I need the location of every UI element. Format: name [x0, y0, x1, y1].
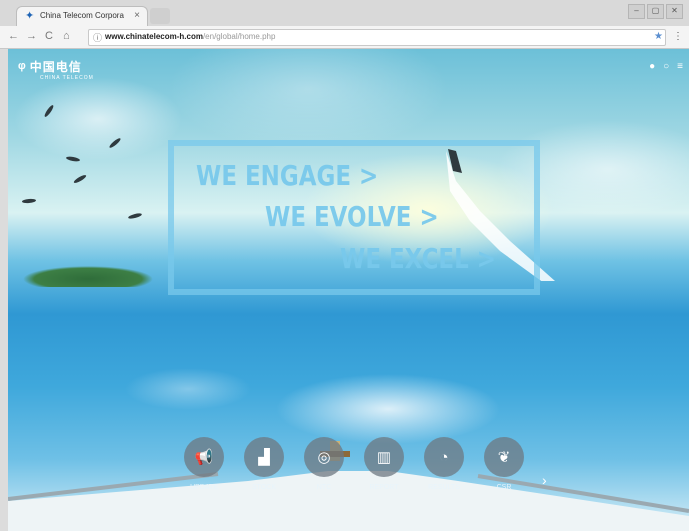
logo-text: 中国电信 — [29, 60, 82, 74]
quick-link-report[interactable]: ▥ REPORT — [363, 437, 405, 491]
maximize-icon[interactable]: ▢ — [647, 4, 664, 19]
browser-menu-icon[interactable]: ⋮ — [673, 31, 683, 42]
pie-chart-icon: ◔ — [424, 437, 464, 477]
quick-link-label: UPDATE — [190, 484, 218, 491]
browser-tab[interactable]: ✦ China Telecom Corpora × — [16, 6, 148, 26]
china-telecom-logo[interactable]: ᵠ 中国电信 CHINA TELECOM — [18, 58, 94, 81]
globe-icon[interactable]: ● — [649, 61, 655, 72]
hero-line-excel: WE EXCEL > — [340, 242, 496, 275]
bookmark-star-icon[interactable]: ★ — [654, 31, 663, 42]
minimize-icon[interactable]: – — [628, 4, 645, 19]
china-telecom-favicon-icon: ✦ — [25, 10, 35, 22]
address-bar[interactable]: ⓘ www.chinatelecom-h.com/en/global/home.… — [88, 29, 666, 46]
info-icon[interactable]: ⓘ — [93, 31, 102, 44]
tab-close-icon[interactable]: × — [134, 10, 140, 21]
reload-icon[interactable]: C — [45, 30, 53, 42]
hero-line-engage: WE ENGAGE > — [196, 159, 379, 192]
menu-icon[interactable]: ≡ — [677, 61, 683, 72]
leaf-icon: ❦ — [484, 437, 524, 477]
hero-line-evolve: WE EVOLVE > — [265, 200, 439, 233]
bar-chart-icon: ▟ — [244, 437, 284, 477]
url-text: www.chinatelecom-h.com/en/global/home.ph… — [105, 32, 275, 41]
island-image — [8, 257, 183, 287]
home-icon[interactable]: ⌂ — [63, 30, 70, 42]
quick-link-label: RESULTS — [428, 484, 460, 491]
back-icon[interactable]: ← — [8, 30, 19, 42]
quick-link-label: STOCK — [252, 484, 276, 491]
quick-link-stock[interactable]: ▟ STOCK — [243, 437, 285, 491]
quick-link-label: REPORT — [369, 484, 399, 491]
url-path: /en/global/home.php — [202, 32, 276, 41]
china-telecom-logo-icon: ᵠ — [18, 60, 27, 77]
quick-link-update[interactable]: 📢 UPDATE — [183, 437, 225, 491]
chevron-right-icon[interactable]: › — [542, 472, 547, 488]
tab-title: China Telecom Corpora — [40, 11, 124, 20]
top-right-icons: ● ○ ≡ — [649, 61, 683, 72]
browser-titlebar: ✦ China Telecom Corpora × – ▢ ✕ — [0, 0, 689, 26]
quick-link-label: CSR — [496, 484, 512, 491]
close-window-icon[interactable]: ✕ — [666, 4, 683, 19]
new-tab-button[interactable] — [150, 8, 170, 24]
window-controls: – ▢ ✕ — [628, 4, 683, 19]
browser-window: ✦ China Telecom Corpora × – ▢ ✕ ← → C ⌂ … — [0, 0, 689, 531]
megaphone-icon: 📢 — [184, 437, 224, 477]
browser-toolbar: ← → C ⌂ ⓘ www.chinatelecom-h.com/en/glob… — [0, 26, 689, 49]
quick-link-ntc[interactable]: ◎ NTC — [303, 437, 345, 491]
quick-link-label: NTC — [316, 484, 332, 491]
search-icon[interactable]: ○ — [663, 61, 669, 72]
quick-links: 📢 UPDATE ▟ STOCK ◎ NTC ▥ REPORT ◔ RESULT… — [183, 437, 525, 491]
url-domain: www.chinatelecom-h.com — [105, 32, 203, 41]
forward-icon[interactable]: → — [26, 30, 37, 42]
report-icon: ▥ — [364, 437, 404, 477]
quick-link-results[interactable]: ◔ RESULTS — [423, 437, 465, 491]
quick-link-csr[interactable]: ❦ CSR — [483, 437, 525, 491]
target-icon: ◎ — [304, 437, 344, 477]
web-page: ᵠ 中国电信 CHINA TELECOM ● ○ ≡ WE ENGAGE > WE… — [8, 49, 689, 531]
logo-subtext: CHINA TELECOM — [40, 75, 94, 81]
